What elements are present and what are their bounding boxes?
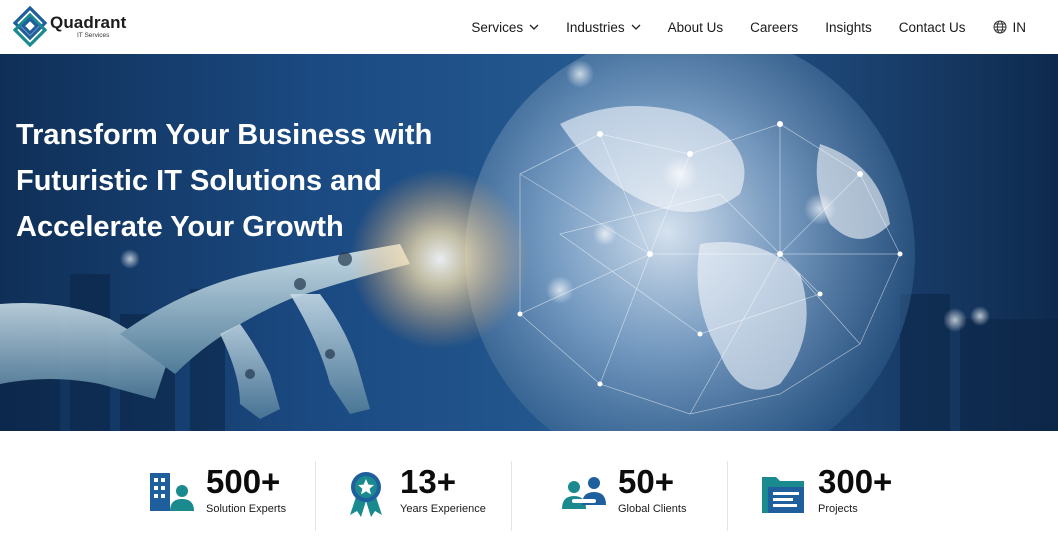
chevron-down-icon xyxy=(529,24,539,30)
site-header: Quadrant IT Services Services Industries… xyxy=(0,0,1058,54)
stat-value: 50+ xyxy=(618,463,674,500)
chevron-down-icon xyxy=(631,24,641,30)
hero-title-line: Transform Your Business with xyxy=(16,119,433,151)
nav-item-about-us[interactable]: About Us xyxy=(668,20,724,35)
brand-name: Quadrant xyxy=(50,13,127,33)
nav-item-contact-us[interactable]: Contact Us xyxy=(899,20,966,35)
stats-bar: 500+ Solution Experts 13+ Years Experien… xyxy=(0,431,1058,540)
stat-label: Solution Experts xyxy=(206,503,287,515)
stat-projects: 300+ Projects xyxy=(760,463,892,521)
nav-item-label: Contact Us xyxy=(898,19,966,35)
stat-label: Projects xyxy=(818,503,858,515)
quadrant-logo-icon xyxy=(12,5,48,48)
nav-item-careers[interactable]: Careers xyxy=(750,20,798,35)
nav-item-label: Insights xyxy=(825,19,872,35)
nav-item-label: Industries xyxy=(566,19,625,35)
stat-label: Global Clients xyxy=(618,503,687,515)
stat-label: Years Experience xyxy=(400,503,486,515)
nav-item-label: Services xyxy=(471,19,524,35)
brand-logo[interactable]: Quadrant IT Services xyxy=(12,5,126,49)
region-label: IN xyxy=(1012,19,1027,35)
nav-item-services[interactable]: Services xyxy=(471,20,539,35)
nav-item-industries[interactable]: Industries xyxy=(566,20,641,35)
hero-banner: Transform Your Business with Futuristic … xyxy=(0,54,1058,431)
main-nav: Services Industries About Us Careers Ins… xyxy=(471,0,1026,54)
region-selector[interactable]: IN xyxy=(993,19,1027,35)
nav-item-label: About Us xyxy=(667,19,724,35)
stat-value: 300+ xyxy=(818,463,893,500)
folder-document-icon xyxy=(762,477,804,513)
stat-divider xyxy=(315,461,316,531)
stat-global-clients: 50+ Global Clients xyxy=(560,463,686,521)
nav-item-insights[interactable]: Insights xyxy=(825,20,872,35)
hero-title: Transform Your Business with Futuristic … xyxy=(16,112,486,250)
stat-divider xyxy=(727,461,728,531)
building-person-icon xyxy=(150,473,194,511)
hero-title-line: Futuristic IT Solutions and xyxy=(16,165,382,197)
clients-group-icon xyxy=(562,477,606,509)
award-badge-icon xyxy=(350,472,382,517)
hero-title-line: Accelerate Your Growth xyxy=(16,211,344,243)
stat-divider xyxy=(511,461,512,531)
globe-icon xyxy=(993,20,1006,34)
nav-item-label: Careers xyxy=(750,19,799,35)
brand-tagline: IT Services xyxy=(77,32,110,40)
stat-value: 13+ xyxy=(400,463,456,500)
stat-solution-experts: 500+ Solution Experts xyxy=(148,463,286,521)
stat-years-experience: 13+ Years Experience xyxy=(342,463,486,521)
stat-value: 500+ xyxy=(206,463,281,500)
